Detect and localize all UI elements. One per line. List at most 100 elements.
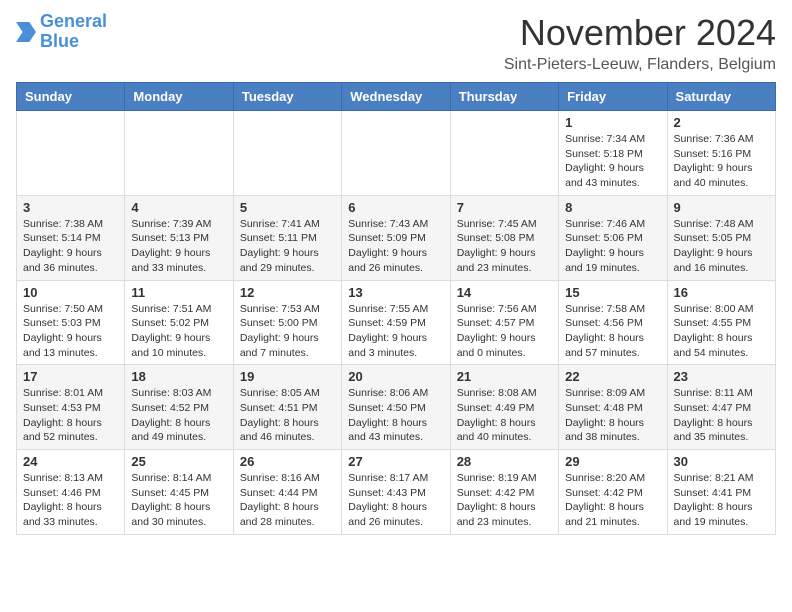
day-number: 24	[23, 454, 118, 469]
day-info: Sunrise: 8:01 AM Sunset: 4:53 PM Dayligh…	[23, 386, 118, 445]
calendar-cell-0-0	[17, 111, 125, 196]
day-info: Sunrise: 7:58 AM Sunset: 4:56 PM Dayligh…	[565, 302, 660, 361]
day-info: Sunrise: 7:39 AM Sunset: 5:13 PM Dayligh…	[131, 217, 226, 276]
day-info: Sunrise: 8:14 AM Sunset: 4:45 PM Dayligh…	[131, 471, 226, 530]
calendar-cell-4-0: 24 Sunrise: 8:13 AM Sunset: 4:46 PM Dayli…	[17, 450, 125, 535]
calendar-week-5: 24 Sunrise: 8:13 AM Sunset: 4:46 PM Dayli…	[17, 450, 776, 535]
day-number: 29	[565, 454, 660, 469]
calendar-cell-2-2: 12 Sunrise: 7:53 AM Sunset: 5:00 PM Dayli…	[233, 280, 341, 365]
day-info: Sunrise: 8:20 AM Sunset: 4:42 PM Dayligh…	[565, 471, 660, 530]
weekday-header-tuesday: Tuesday	[233, 83, 341, 111]
day-info: Sunrise: 8:03 AM Sunset: 4:52 PM Dayligh…	[131, 386, 226, 445]
day-info: Sunrise: 8:17 AM Sunset: 4:43 PM Dayligh…	[348, 471, 443, 530]
day-number: 2	[674, 115, 769, 130]
calendar-cell-0-4	[450, 111, 558, 196]
day-number: 4	[131, 200, 226, 215]
calendar-header: SundayMondayTuesdayWednesdayThursdayFrid…	[17, 83, 776, 111]
day-info: Sunrise: 8:06 AM Sunset: 4:50 PM Dayligh…	[348, 386, 443, 445]
page-container: General Blue November 2024 Sint-Pieters-…	[0, 0, 792, 543]
weekday-header-sunday: Sunday	[17, 83, 125, 111]
calendar-cell-3-5: 22 Sunrise: 8:09 AM Sunset: 4:48 PM Dayli…	[559, 365, 667, 450]
calendar-cell-2-1: 11 Sunrise: 7:51 AM Sunset: 5:02 PM Dayli…	[125, 280, 233, 365]
calendar-cell-4-3: 27 Sunrise: 8:17 AM Sunset: 4:43 PM Dayli…	[342, 450, 450, 535]
calendar-cell-4-2: 26Sunrise: 8:16 AM Sunset: 4:44 PM Dayli…	[233, 450, 341, 535]
calendar-cell-4-5: 29 Sunrise: 8:20 AM Sunset: 4:42 PM Dayli…	[559, 450, 667, 535]
weekday-header-monday: Monday	[125, 83, 233, 111]
day-number: 28	[457, 454, 552, 469]
day-number: 1	[565, 115, 660, 130]
day-info: Sunrise: 7:46 AM Sunset: 5:06 PM Dayligh…	[565, 217, 660, 276]
day-number: 8	[565, 200, 660, 215]
calendar-cell-2-6: 16 Sunrise: 8:00 AM Sunset: 4:55 PM Dayli…	[667, 280, 775, 365]
weekday-header-friday: Friday	[559, 83, 667, 111]
calendar-wrapper: SundayMondayTuesdayWednesdayThursdayFrid…	[0, 82, 792, 543]
calendar-cell-1-2: 5Sunrise: 7:41 AM Sunset: 5:11 PM Daylig…	[233, 195, 341, 280]
calendar-cell-0-3	[342, 111, 450, 196]
day-info: Sunrise: 7:38 AM Sunset: 5:14 PM Dayligh…	[23, 217, 118, 276]
day-info: Sunrise: 8:19 AM Sunset: 4:42 PM Dayligh…	[457, 471, 552, 530]
calendar-cell-2-0: 10 Sunrise: 7:50 AM Sunset: 5:03 PM Dayli…	[17, 280, 125, 365]
day-number: 10	[23, 285, 118, 300]
day-number: 13	[348, 285, 443, 300]
day-number: 26	[240, 454, 335, 469]
calendar-cell-3-2: 19Sunrise: 8:05 AM Sunset: 4:51 PM Dayli…	[233, 365, 341, 450]
calendar-cell-4-6: 30 Sunrise: 8:21 AM Sunset: 4:41 PM Dayli…	[667, 450, 775, 535]
calendar-cell-0-6: 2 Sunrise: 7:36 AM Sunset: 5:16 PM Daylig…	[667, 111, 775, 196]
day-info: Sunrise: 8:21 AM Sunset: 4:41 PM Dayligh…	[674, 471, 769, 530]
logo: General Blue	[16, 12, 107, 52]
logo-text: General Blue	[40, 12, 107, 52]
calendar-cell-2-5: 15 Sunrise: 7:58 AM Sunset: 4:56 PM Dayli…	[559, 280, 667, 365]
main-title: November 2024	[504, 12, 776, 54]
calendar-body: 1 Sunrise: 7:34 AM Sunset: 5:18 PM Daylig…	[17, 111, 776, 535]
calendar-week-3: 10 Sunrise: 7:50 AM Sunset: 5:03 PM Dayli…	[17, 280, 776, 365]
day-info: Sunrise: 7:45 AM Sunset: 5:08 PM Dayligh…	[457, 217, 552, 276]
day-number: 25	[131, 454, 226, 469]
day-number: 16	[674, 285, 769, 300]
day-number: 9	[674, 200, 769, 215]
day-info: Sunrise: 7:53 AM Sunset: 5:00 PM Dayligh…	[240, 302, 335, 361]
day-number: 11	[131, 285, 226, 300]
day-number: 17	[23, 369, 118, 384]
day-number: 30	[674, 454, 769, 469]
weekday-header-saturday: Saturday	[667, 83, 775, 111]
page-header: General Blue November 2024 Sint-Pieters-…	[0, 0, 792, 82]
day-number: 21	[457, 369, 552, 384]
logo-icon	[16, 22, 36, 42]
calendar-cell-1-6: 9 Sunrise: 7:48 AM Sunset: 5:05 PM Daylig…	[667, 195, 775, 280]
calendar-cell-1-1: 4 Sunrise: 7:39 AM Sunset: 5:13 PM Daylig…	[125, 195, 233, 280]
calendar-cell-4-4: 28 Sunrise: 8:19 AM Sunset: 4:42 PM Dayli…	[450, 450, 558, 535]
day-info: Sunrise: 7:50 AM Sunset: 5:03 PM Dayligh…	[23, 302, 118, 361]
day-info: Sunrise: 7:43 AM Sunset: 5:09 PM Dayligh…	[348, 217, 443, 276]
day-info: Sunrise: 7:55 AM Sunset: 4:59 PM Dayligh…	[348, 302, 443, 361]
day-info: Sunrise: 7:48 AM Sunset: 5:05 PM Dayligh…	[674, 217, 769, 276]
calendar-cell-4-1: 25 Sunrise: 8:14 AM Sunset: 4:45 PM Dayli…	[125, 450, 233, 535]
day-info: Sunrise: 7:51 AM Sunset: 5:02 PM Dayligh…	[131, 302, 226, 361]
day-number: 15	[565, 285, 660, 300]
day-info: Sunrise: 7:36 AM Sunset: 5:16 PM Dayligh…	[674, 132, 769, 191]
weekday-header-thursday: Thursday	[450, 83, 558, 111]
calendar-cell-1-5: 8 Sunrise: 7:46 AM Sunset: 5:06 PM Daylig…	[559, 195, 667, 280]
day-number: 20	[348, 369, 443, 384]
calendar-cell-3-3: 20 Sunrise: 8:06 AM Sunset: 4:50 PM Dayli…	[342, 365, 450, 450]
day-info: Sunrise: 8:09 AM Sunset: 4:48 PM Dayligh…	[565, 386, 660, 445]
calendar-week-2: 3Sunrise: 7:38 AM Sunset: 5:14 PM Daylig…	[17, 195, 776, 280]
calendar-cell-2-4: 14Sunrise: 7:56 AM Sunset: 4:57 PM Dayli…	[450, 280, 558, 365]
calendar-cell-1-4: 7Sunrise: 7:45 AM Sunset: 5:08 PM Daylig…	[450, 195, 558, 280]
calendar-cell-0-1	[125, 111, 233, 196]
day-number: 5	[240, 200, 335, 215]
day-info: Sunrise: 7:56 AM Sunset: 4:57 PM Dayligh…	[457, 302, 552, 361]
calendar-cell-3-1: 18Sunrise: 8:03 AM Sunset: 4:52 PM Dayli…	[125, 365, 233, 450]
calendar-cell-3-4: 21Sunrise: 8:08 AM Sunset: 4:49 PM Dayli…	[450, 365, 558, 450]
day-number: 27	[348, 454, 443, 469]
title-block: November 2024 Sint-Pieters-Leeuw, Flande…	[504, 12, 776, 74]
calendar-cell-2-3: 13 Sunrise: 7:55 AM Sunset: 4:59 PM Dayli…	[342, 280, 450, 365]
calendar-cell-0-5: 1 Sunrise: 7:34 AM Sunset: 5:18 PM Daylig…	[559, 111, 667, 196]
day-info: Sunrise: 7:34 AM Sunset: 5:18 PM Dayligh…	[565, 132, 660, 191]
day-number: 22	[565, 369, 660, 384]
calendar-week-4: 17 Sunrise: 8:01 AM Sunset: 4:53 PM Dayli…	[17, 365, 776, 450]
day-info: Sunrise: 8:00 AM Sunset: 4:55 PM Dayligh…	[674, 302, 769, 361]
day-info: Sunrise: 8:13 AM Sunset: 4:46 PM Dayligh…	[23, 471, 118, 530]
calendar-table: SundayMondayTuesdayWednesdayThursdayFrid…	[16, 82, 776, 535]
day-number: 12	[240, 285, 335, 300]
weekday-header-wednesday: Wednesday	[342, 83, 450, 111]
